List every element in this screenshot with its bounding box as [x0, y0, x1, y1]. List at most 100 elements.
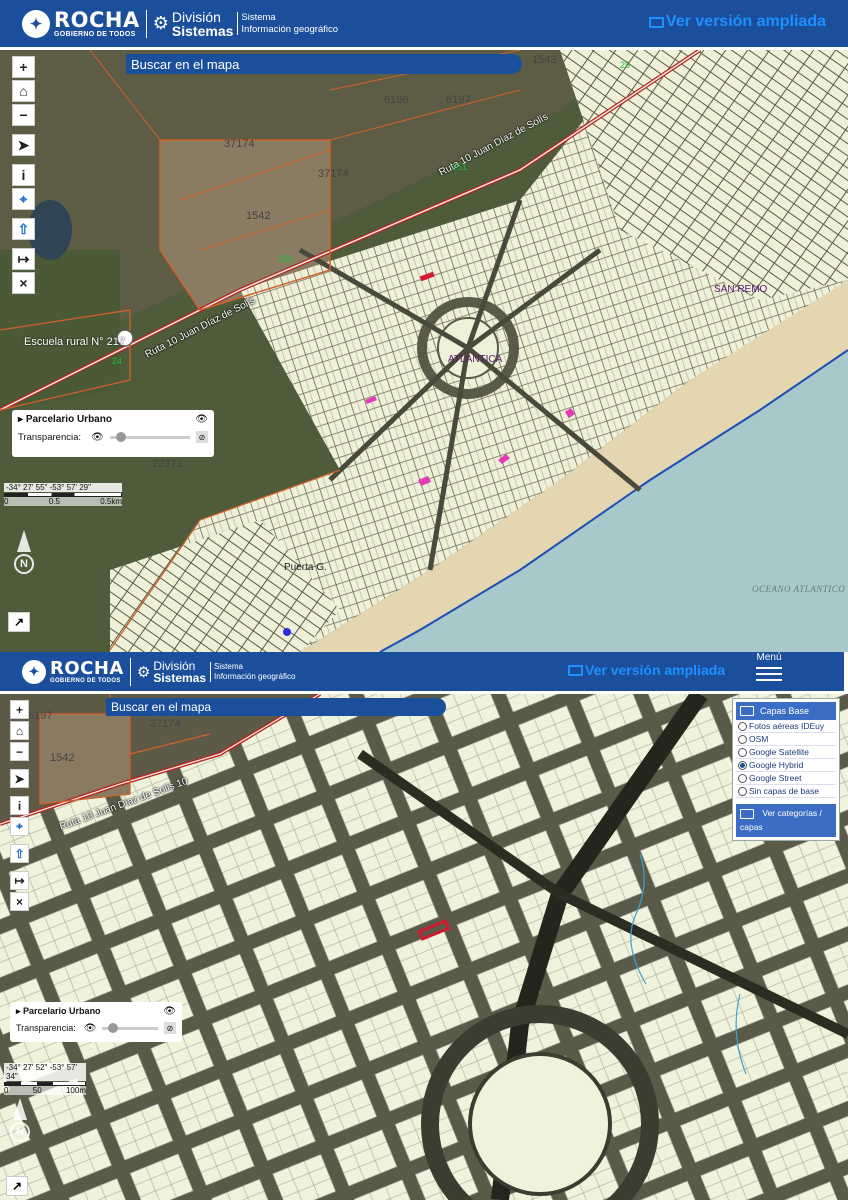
map-search-bar[interactable]: Buscar en el mapa [106, 698, 446, 716]
system-line1: Sistema [241, 11, 276, 23]
map-toolbar: + ⌂ − ➤ i ⌖ ⇧ ↦ × [10, 700, 29, 913]
map-canvas[interactable]: Buscar en el mapa + ⌂ − ➤ i ⌖ ⇧ ↦ × ▸ Pa… [0, 50, 848, 652]
parcel-label: 1543 [532, 54, 557, 66]
parcel-label: 6196 [384, 94, 409, 106]
eye-off-icon[interactable]: ⊘ [196, 431, 208, 443]
header-divider [129, 657, 131, 686]
menu-label: Menú [756, 652, 782, 663]
ocean-label: OCEANO ATLANTICO [752, 584, 846, 594]
base-layer-label: Google Satellite [749, 747, 810, 757]
radio-button[interactable] [738, 721, 747, 731]
menu-button[interactable]: Menú [756, 652, 782, 685]
minus-icon: − [15, 744, 23, 759]
map-search-bar[interactable]: Buscar en el mapa [126, 54, 522, 74]
base-layer-option[interactable]: OSM [736, 733, 836, 746]
place-label: Puerta G. [284, 562, 327, 573]
radio-button[interactable] [738, 773, 747, 783]
base-layer-label: Fotos aéreas IDEuy [749, 721, 825, 731]
scale-label: 0.5 [48, 497, 60, 506]
transparency-slider[interactable] [102, 1022, 158, 1033]
expanded-version-link[interactable]: Ver versión ampliada [648, 13, 826, 31]
radio-button[interactable] [738, 734, 747, 744]
north-arrow-icon: N [12, 530, 36, 574]
eye-icon: 👁 [91, 431, 104, 443]
map-view-zoomed-out: ✦ ROCHA GOBIERNO DE TODOS ⚙ División Sis… [0, 0, 848, 652]
coordinate-readout: -34° 27' 52" -53° 57' 34" [4, 1063, 86, 1081]
rocha-logo[interactable]: ✦ ROCHA GOBIERNO DE TODOS [22, 659, 124, 684]
parcel-label: 37174 [318, 168, 349, 180]
base-layer-option[interactable]: Sin capas de base [736, 785, 836, 798]
clear-button[interactable]: × [12, 272, 35, 294]
layer-control: ▸ Parcelario Urbano 👁 Transparencia: 👁 ⊘ [10, 1002, 182, 1042]
radio-button-selected[interactable] [738, 760, 747, 770]
scale-labels: 0 50 100m [4, 1086, 86, 1095]
radio-button[interactable] [738, 786, 747, 796]
rocha-logo[interactable]: ✦ ROCHA GOBIERNO DE TODOS [22, 7, 140, 38]
zoom-out-button[interactable]: − [10, 742, 29, 761]
marker-button[interactable]: ⌖ [12, 188, 35, 210]
base-layers-header[interactable]: Capas Base [736, 702, 836, 720]
radio-button[interactable] [738, 747, 747, 757]
eye-icon[interactable]: 👁 [195, 414, 208, 425]
close-icon: × [19, 275, 28, 291]
logo-title: ROCHA [54, 7, 140, 32]
slider-knob[interactable] [108, 1022, 119, 1033]
scale-labels: 0 0.5 0.5km [4, 497, 122, 506]
locate-button[interactable]: ➤ [10, 769, 29, 788]
division-line2: Sistemas [153, 670, 207, 685]
search-label: Buscar en el mapa [131, 56, 240, 72]
folder-icon [740, 808, 754, 819]
base-layer-option[interactable]: Google Street [736, 772, 836, 785]
scale-label: 0 [4, 497, 9, 506]
gear-icon: ⚙ [152, 13, 169, 33]
base-layer-label: Google Street [749, 773, 802, 783]
layer-title[interactable]: ▸ Parcelario Urbano [18, 414, 112, 425]
clear-button[interactable]: × [10, 892, 29, 911]
parcel-label: 1542 [50, 752, 75, 764]
upload-button[interactable]: ⇧ [10, 844, 29, 863]
measure-button[interactable]: ↦ [10, 871, 29, 890]
eye-off-icon[interactable]: ⊘ [164, 1022, 176, 1034]
upload-button[interactable]: ⇧ [12, 218, 35, 240]
layer-title[interactable]: ▸ Parcelario Urbano [16, 1006, 101, 1017]
zoom-in-button[interactable]: + [12, 56, 35, 78]
parcel-label: 6197 [446, 94, 471, 106]
base-layer-option[interactable]: Google Hybrid [736, 759, 836, 772]
marker-button[interactable]: ⌖ [10, 817, 29, 836]
measure-button[interactable]: ↦ [12, 248, 35, 270]
locate-button[interactable]: ➤ [12, 134, 35, 156]
poi-label[interactable]: Escuela rural N° 217 [24, 336, 125, 348]
eye-icon[interactable]: 👁 [163, 1006, 176, 1017]
map-imagery [0, 694, 848, 1200]
upload-icon: ⇧ [17, 220, 30, 237]
scale-label: 50 [32, 1086, 42, 1095]
zoom-out-button[interactable]: − [12, 104, 35, 126]
base-layer-option[interactable]: Google Satellite [736, 746, 836, 759]
base-layer-option[interactable]: Fotos aéreas IDEuy [736, 720, 836, 733]
system-line2: Información geográfico [241, 23, 339, 35]
view-categories-button[interactable]: Ver categorías / capas [736, 804, 836, 838]
coordinates-scale: -34° 27' 55" -53° 57' 29" 0 0.5 0.5km [4, 483, 122, 506]
info-button[interactable]: i [10, 796, 29, 815]
scale-label: 0.5km [100, 497, 122, 506]
rocha-seal-icon: ✦ [22, 659, 46, 684]
expanded-version-label: Ver versión ampliada [665, 13, 826, 30]
header-divider [145, 9, 147, 38]
expand-button[interactable]: ↗ [6, 1176, 28, 1196]
expand-button[interactable]: ↗ [8, 612, 30, 632]
home-button[interactable]: ⌂ [12, 80, 35, 102]
map-pin-icon: ⌖ [16, 819, 23, 833]
folder-icon [740, 706, 754, 716]
parcel-label: 37174 [150, 718, 181, 730]
info-icon: i [17, 798, 22, 813]
map-canvas[interactable]: Buscar en el mapa + ⌂ − ➤ i ⌖ ⇧ ↦ × ▸ Pa… [0, 694, 848, 1200]
slider-knob[interactable] [115, 431, 126, 442]
zoom-in-button[interactable]: + [10, 700, 29, 719]
info-button[interactable]: i [12, 164, 35, 186]
home-button[interactable]: ⌂ [10, 721, 29, 740]
expanded-version-link[interactable]: Ver versión ampliada [568, 662, 725, 678]
base-layer-label: Sin capas de base [749, 786, 819, 796]
parcel-label: 1542 [246, 210, 271, 222]
transparency-slider[interactable] [109, 431, 190, 442]
transparency-label: Transparencia: [18, 431, 82, 443]
